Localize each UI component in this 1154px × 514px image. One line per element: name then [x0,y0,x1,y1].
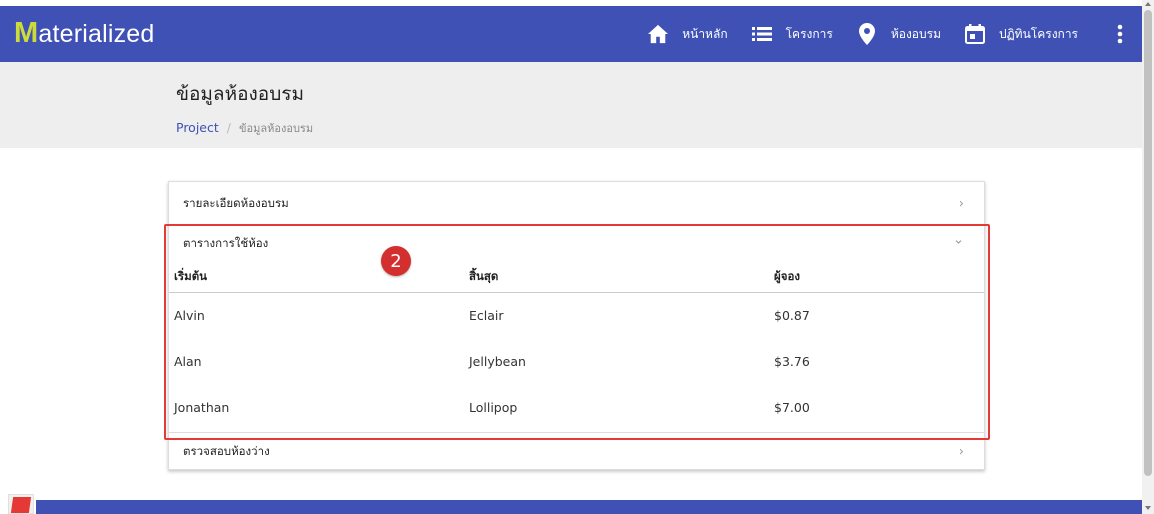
breadcrumb-separator: / [226,120,231,135]
breadcrumb-current: ข้อมูลห้องอบรม [239,122,314,135]
table-cell: Eclair [469,307,504,323]
accordion-header-room-availability[interactable]: ตรวจสอบห้องว่าง › [169,432,984,470]
table-cell: Jonathan [174,399,230,415]
home-icon [646,22,670,46]
table-row: Alvin Eclair $0.87 [169,292,984,338]
table-row: Jonathan Lollipop $7.00 [169,384,984,430]
nav-item-home[interactable]: หน้าหลัก [646,22,728,46]
scrollbar-thumb[interactable] [1144,10,1152,476]
schedule-table: เริ่มต้น สิ้นสุด ผู้จอง Alvin Eclair $0.… [169,262,984,430]
nav-item-home-label: หน้าหลัก [682,26,728,41]
nav-menu: หน้าหลัก โครงการ ห้องอบรม ปฏิทินโครงการ [646,6,1142,62]
more-vert-icon[interactable] [1100,24,1140,44]
nav-item-calendar[interactable]: ปฏิทินโครงการ [963,22,1078,46]
column-header-start: เริ่มต้น [169,262,469,293]
breadcrumb: Project / ข้อมูลห้องอบรม [176,119,313,137]
column-header-end: สิ้นสุด [469,262,774,293]
page-footer [36,500,1142,514]
vertical-scrollbar[interactable] [1142,0,1154,514]
list-icon [750,22,774,46]
table-row: Alan Jellybean $3.76 [169,338,984,384]
table-cell: $0.87 [774,307,810,323]
brand-name: aterialized [38,20,155,48]
table-cell: Alvin [174,307,205,323]
schedule-table-container: เริ่มต้น สิ้นสุด ผู้จอง Alvin Eclair $0.… [169,262,984,432]
page-title: ข้อมูลห้องอบรม [176,83,304,105]
brand-logo[interactable]: Materialized [14,17,155,50]
location-pin-icon [855,22,879,46]
chevron-down-icon: ⌄ [953,232,964,248]
table-cell: Jellybean [469,353,526,369]
nav-item-projects-label: โครงการ [785,26,833,41]
scroll-down-arrow-icon[interactable] [1145,506,1151,510]
chevron-right-icon: › [958,444,964,459]
table-header-row: เริ่มต้น สิ้นสุด ผู้จอง [169,262,984,293]
accordion-header-label: รายละเอียดห้องอบรม [183,195,289,210]
column-header-booker: ผู้จอง [774,262,984,293]
scroll-up-arrow-icon[interactable] [1145,2,1151,6]
extension-icon[interactable] [8,494,34,514]
step-number-badge: 2 [381,246,411,276]
brand-initial: M [14,17,39,49]
nav-item-calendar-label: ปฏิทินโครงการ [998,26,1078,41]
page-header: ข้อมูลห้องอบรม Project / ข้อมูลห้องอบรม [0,62,1142,148]
nav-item-rooms-label: ห้องอบรม [890,26,941,41]
nav-item-rooms[interactable]: ห้องอบรม [855,22,941,46]
room-accordion: รายละเอียดห้องอบรม › ตารางการใช้ห้อง ⌄ เ… [168,181,985,470]
chevron-right-icon: › [958,196,964,211]
table-cell: Alan [174,353,202,369]
accordion-header-room-schedule[interactable]: ตารางการใช้ห้อง ⌄ [169,226,984,262]
calendar-icon [963,22,987,46]
table-cell: Lollipop [469,399,518,415]
accordion-header-room-details[interactable]: รายละเอียดห้องอบรม › [169,182,984,226]
table-cell: $7.00 [774,399,810,415]
breadcrumb-link-project[interactable]: Project [176,120,219,135]
table-cell: $3.76 [774,353,810,369]
accordion-header-label: ตารางการใช้ห้อง [183,236,269,250]
top-navbar: Materialized หน้าหลัก โครงการ ห้องอบรม ป… [0,6,1142,62]
accordion-header-label: ตรวจสอบห้องว่าง [183,443,270,458]
nav-item-projects[interactable]: โครงการ [750,22,833,46]
